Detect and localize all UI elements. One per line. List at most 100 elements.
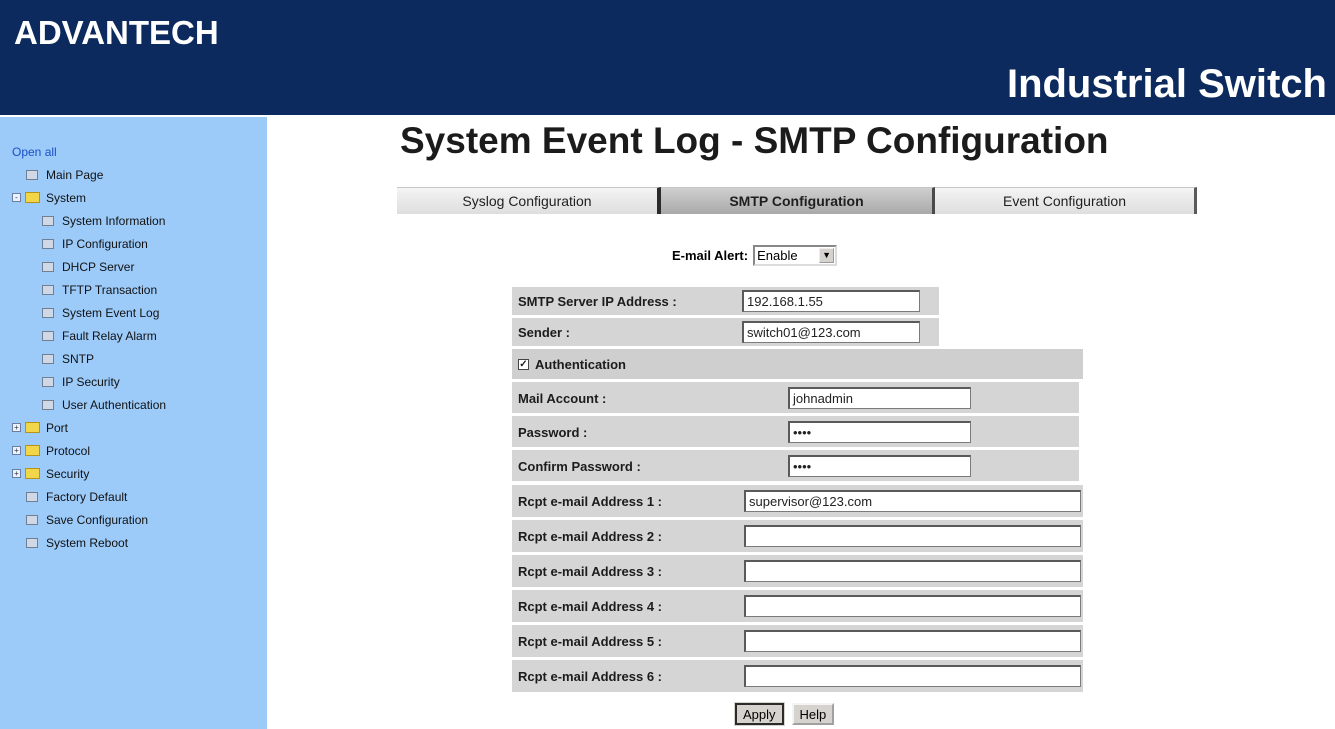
collapse-icon[interactable]: - bbox=[12, 193, 21, 202]
sidebar-item-system[interactable]: - System bbox=[12, 186, 166, 209]
password-row: Password : •••• bbox=[512, 416, 1079, 447]
smtp-server-row: SMTP Server IP Address : 192.168.1.55 bbox=[512, 287, 939, 315]
mail-account-row: Mail Account : johnadmin bbox=[512, 382, 1079, 413]
navigation-tree: Open all Main Page - System System Informat… bbox=[12, 141, 166, 554]
recipient-row: Rcpt e-mail Address 5 : bbox=[512, 625, 1083, 657]
recipient-input[interactable] bbox=[744, 560, 1081, 582]
expand-icon[interactable]: + bbox=[12, 446, 21, 455]
form-buttons: Apply Help bbox=[734, 702, 835, 726]
main-content: System Event Log - SMTP Configuration Sy… bbox=[267, 115, 1335, 729]
sidebar-item-sntp[interactable]: SNTP bbox=[12, 347, 166, 370]
email-alert-row: E-mail Alert: Enable ▼ bbox=[672, 245, 838, 266]
authentication-row: ✓ Authentication bbox=[512, 349, 1083, 379]
recipient-input[interactable] bbox=[744, 630, 1081, 652]
email-alert-label: E-mail Alert: bbox=[672, 248, 749, 263]
sidebar-item-user-authentication[interactable]: User Authentication bbox=[12, 393, 166, 416]
sidebar-item-label: IP Security bbox=[62, 374, 120, 389]
sidebar-item-system-reboot[interactable]: System Reboot bbox=[12, 531, 166, 554]
password-label: Password : bbox=[518, 424, 588, 440]
product-name: Industrial Switch bbox=[1006, 62, 1327, 106]
sidebar-item-ip-security[interactable]: IP Security bbox=[12, 370, 166, 393]
page-icon bbox=[42, 399, 54, 410]
tab-syslog-configuration[interactable]: Syslog Configuration bbox=[397, 187, 661, 214]
sidebar-item-system-event-log[interactable]: System Event Log bbox=[12, 301, 166, 324]
smtp-server-input[interactable]: 192.168.1.55 bbox=[742, 290, 920, 312]
page-icon bbox=[42, 376, 54, 387]
mail-account-input[interactable]: johnadmin bbox=[788, 387, 971, 409]
sidebar-item-label: System Reboot bbox=[46, 535, 129, 550]
sidebar-item-label: Main Page bbox=[46, 167, 104, 182]
sidebar-item-label: Save Configuration bbox=[46, 512, 149, 527]
recipient-label: Rcpt e-mail Address 3 : bbox=[518, 563, 663, 579]
sidebar-item-security[interactable]: + Security bbox=[12, 462, 166, 485]
recipient-input[interactable]: supervisor@123.com bbox=[744, 490, 1081, 512]
sidebar-item-factory-default[interactable]: Factory Default bbox=[12, 485, 166, 508]
folder-icon bbox=[25, 192, 40, 203]
page-icon bbox=[26, 514, 38, 525]
sender-label: Sender : bbox=[518, 324, 571, 340]
page-icon bbox=[26, 169, 38, 180]
tab-smtp-configuration[interactable]: SMTP Configuration bbox=[661, 187, 935, 214]
recipient-label: Rcpt e-mail Address 2 : bbox=[518, 528, 663, 544]
tab-event-configuration[interactable]: Event Configuration bbox=[935, 187, 1197, 214]
sidebar-item-label: Port bbox=[46, 420, 69, 435]
sidebar: Open all Main Page - System System Informat… bbox=[0, 115, 267, 729]
authentication-checkbox[interactable]: ✓ bbox=[518, 358, 529, 370]
password-input[interactable]: •••• bbox=[788, 421, 971, 443]
recipient-label: Rcpt e-mail Address 1 : bbox=[518, 493, 663, 509]
dropdown-arrow-icon[interactable]: ▼ bbox=[819, 248, 835, 263]
recipient-row: Rcpt e-mail Address 4 : bbox=[512, 590, 1083, 622]
expand-icon[interactable]: + bbox=[12, 469, 21, 478]
sidebar-item-label: Security bbox=[46, 466, 90, 481]
open-all-link[interactable]: Open all bbox=[12, 141, 166, 163]
recipient-label: Rcpt e-mail Address 5 : bbox=[518, 633, 663, 649]
sidebar-item-ip-configuration[interactable]: IP Configuration bbox=[12, 232, 166, 255]
page-icon bbox=[42, 238, 54, 249]
sidebar-item-label: SNTP bbox=[62, 351, 95, 366]
sidebar-item-port[interactable]: + Port bbox=[12, 416, 166, 439]
sidebar-item-label: DHCP Server bbox=[62, 259, 135, 274]
sidebar-item-label: User Authentication bbox=[62, 397, 167, 412]
email-alert-select[interactable]: Enable ▼ bbox=[753, 245, 838, 266]
sidebar-item-dhcp-server[interactable]: DHCP Server bbox=[12, 255, 166, 278]
folder-icon bbox=[25, 445, 40, 456]
smtp-server-label: SMTP Server IP Address : bbox=[518, 293, 677, 309]
config-tabs: Syslog Configuration SMTP Configuration … bbox=[397, 187, 1197, 214]
sidebar-item-save-configuration[interactable]: Save Configuration bbox=[12, 508, 166, 531]
sender-row: Sender : switch01@123.com bbox=[512, 318, 939, 346]
sidebar-item-system-information[interactable]: System Information bbox=[12, 209, 166, 232]
help-button[interactable]: Help bbox=[791, 703, 835, 725]
sidebar-item-protocol[interactable]: + Protocol bbox=[12, 439, 166, 462]
sidebar-item-main-page[interactable]: Main Page bbox=[12, 163, 166, 186]
recipient-label: Rcpt e-mail Address 6 : bbox=[518, 668, 663, 684]
sidebar-item-label: Factory Default bbox=[46, 489, 128, 504]
folder-icon bbox=[25, 422, 40, 433]
sidebar-item-fault-relay-alarm[interactable]: Fault Relay Alarm bbox=[12, 324, 166, 347]
mail-account-label: Mail Account : bbox=[518, 390, 607, 406]
expand-icon[interactable]: + bbox=[12, 423, 21, 432]
sidebar-item-label: System Event Log bbox=[62, 305, 160, 320]
page-icon bbox=[42, 215, 54, 226]
sidebar-item-label: Protocol bbox=[46, 443, 91, 458]
confirm-password-input[interactable]: •••• bbox=[788, 455, 971, 477]
authentication-label: Authentication bbox=[535, 356, 626, 372]
page-title: System Event Log - SMTP Configuration bbox=[400, 120, 1109, 161]
page-icon bbox=[42, 330, 54, 341]
recipient-row: Rcpt e-mail Address 6 : bbox=[512, 660, 1083, 692]
recipient-input[interactable] bbox=[744, 525, 1081, 547]
recipient-row: Rcpt e-mail Address 1 : supervisor@123.c… bbox=[512, 485, 1083, 517]
page-icon bbox=[26, 491, 38, 502]
sidebar-item-tftp-transaction[interactable]: TFTP Transaction bbox=[12, 278, 166, 301]
sidebar-item-label: System Information bbox=[62, 213, 166, 228]
recipient-input[interactable] bbox=[744, 665, 1081, 687]
recipient-row: Rcpt e-mail Address 2 : bbox=[512, 520, 1083, 552]
sender-input[interactable]: switch01@123.com bbox=[742, 321, 920, 343]
email-alert-value: Enable bbox=[757, 248, 798, 263]
recipient-row: Rcpt e-mail Address 3 : bbox=[512, 555, 1083, 587]
page-icon bbox=[26, 537, 38, 548]
recipient-input[interactable] bbox=[744, 595, 1081, 617]
recipient-label: Rcpt e-mail Address 4 : bbox=[518, 598, 663, 614]
apply-button[interactable]: Apply bbox=[734, 702, 785, 726]
confirm-password-label: Confirm Password : bbox=[518, 458, 641, 474]
sidebar-item-label: TFTP Transaction bbox=[62, 282, 158, 297]
